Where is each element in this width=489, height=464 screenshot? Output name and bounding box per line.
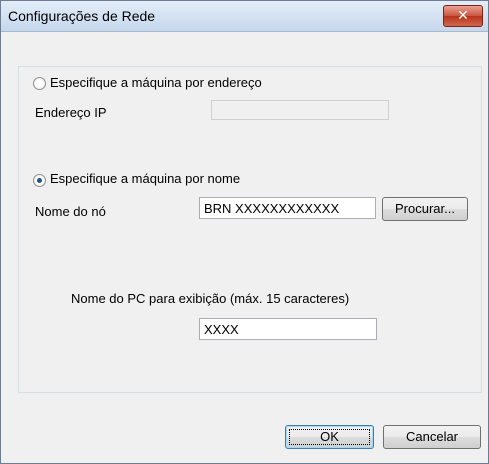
close-icon: ✕ bbox=[457, 8, 469, 24]
radio-by-address-label[interactable]: Especifique a máquina por endereço bbox=[50, 75, 262, 90]
dialog-title: Configurações de Rede bbox=[8, 8, 156, 24]
focus-rect bbox=[289, 429, 370, 445]
network-settings-dialog: Configurações de Rede ✕ Especifique a má… bbox=[0, 0, 489, 464]
node-name-field[interactable] bbox=[199, 197, 376, 219]
display-name-field[interactable] bbox=[199, 318, 377, 340]
radio-by-name-label[interactable]: Especifique a máquina por nome bbox=[50, 171, 240, 186]
cancel-button[interactable]: Cancelar bbox=[383, 425, 481, 449]
node-name-label: Nome do nó bbox=[35, 204, 106, 219]
close-button[interactable]: ✕ bbox=[443, 5, 483, 27]
browse-button[interactable]: Procurar... bbox=[382, 197, 468, 221]
title-bar[interactable]: Configurações de Rede ✕ bbox=[1, 1, 488, 32]
radio-by-name[interactable] bbox=[33, 174, 46, 187]
ip-address-label: Endereço IP bbox=[35, 105, 107, 120]
display-name-label: Nome do PC para exibição (máx. 15 caract… bbox=[71, 291, 350, 306]
ok-button[interactable]: OK bbox=[285, 425, 374, 449]
ip-address-field[interactable] bbox=[211, 100, 389, 120]
radio-by-address[interactable] bbox=[33, 77, 46, 90]
